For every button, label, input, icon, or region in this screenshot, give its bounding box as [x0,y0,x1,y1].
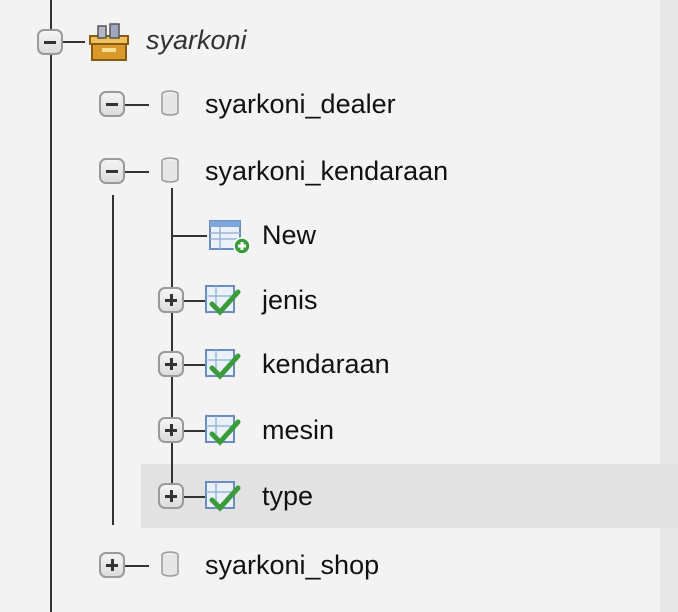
table-icon [205,349,241,380]
navigation-tree-panel: syarkoni syarkoni_dealer syarkoni_kendar… [0,0,678,612]
tree-line [184,364,206,366]
tree-node-label[interactable]: New [262,219,316,251]
tree-line [63,41,85,43]
table-icon [205,481,241,512]
collapse-root-button[interactable] [37,29,63,55]
expand-table-button[interactable] [158,351,184,377]
tree-node-label[interactable]: syarkoni_kendaraan [205,155,448,187]
expand-table-button[interactable] [158,287,184,313]
tree-line [125,171,149,173]
tree-line [184,496,206,498]
expand-database-button[interactable] [99,552,125,578]
database-icon [161,157,179,183]
tree-line-root [50,0,52,612]
tree-node-label[interactable]: mesin [262,414,334,446]
expand-table-button[interactable] [158,483,184,509]
database-icon [161,551,179,577]
tree-node-label[interactable]: kendaraan [262,348,390,380]
tree-line [171,235,207,237]
tree-node-label[interactable]: syarkoni_dealer [205,88,396,120]
table-icon [205,415,241,446]
table-icon [205,285,241,316]
tree-line-db [112,195,114,525]
tree-line [184,430,206,432]
collapse-database-button[interactable] [99,158,125,184]
new-table-icon [209,220,251,255]
tree-node-label[interactable]: syarkoni_shop [205,549,379,581]
tree-node-label[interactable]: syarkoni [146,24,247,56]
database-server-icon [89,23,129,61]
tree-node-label[interactable]: type [262,480,313,512]
tree-line [184,300,206,302]
database-icon [161,90,179,116]
tree-line [125,104,149,106]
expand-table-button[interactable] [158,417,184,443]
tree-node-label[interactable]: jenis [262,284,318,316]
tree-line [125,565,149,567]
collapse-database-button[interactable] [99,91,125,117]
